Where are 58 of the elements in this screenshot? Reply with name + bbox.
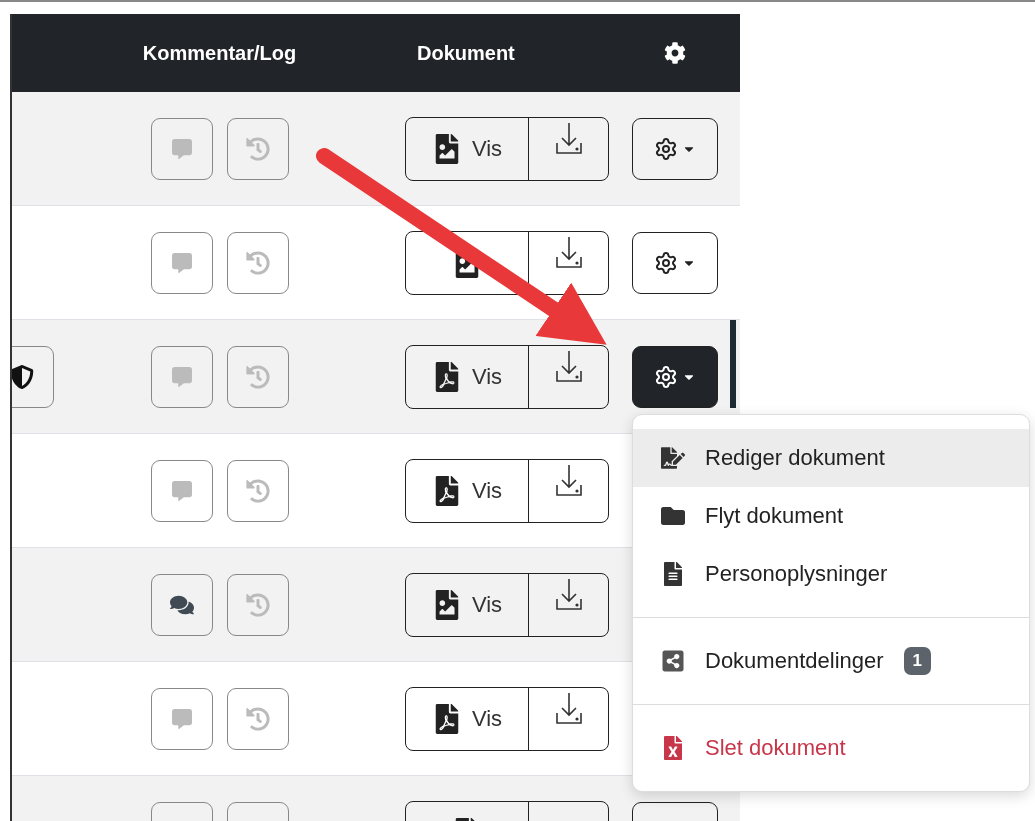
settings-dropdown-button[interactable] <box>632 231 718 294</box>
settings-icon <box>654 364 678 389</box>
file-pen-icon <box>661 446 685 470</box>
menu-item-label: Slet dokument <box>705 735 846 761</box>
file-x-icon <box>661 736 685 760</box>
view-button[interactable]: Vis <box>406 345 528 408</box>
menu-item[interactable]: Personoplysninger <box>633 545 1029 603</box>
download-icon <box>555 577 582 610</box>
history-icon <box>245 592 270 617</box>
count-badge: 1 <box>903 647 931 675</box>
settings-icon <box>654 136 678 161</box>
menu-item[interactable]: Slet dokument <box>633 719 1029 777</box>
menu-item-label: Personoplysninger <box>705 561 888 587</box>
folder-icon <box>661 504 685 528</box>
comment-button[interactable] <box>150 573 213 636</box>
history-button[interactable] <box>226 459 289 522</box>
menu-item[interactable]: Flyt dokument <box>633 487 1029 545</box>
shield-icon <box>12 364 34 389</box>
column-header: Kommentar/Log <box>142 41 297 65</box>
history-button[interactable] <box>226 345 289 408</box>
settings-icon <box>654 250 678 275</box>
download-icon <box>555 121 582 154</box>
history-button[interactable] <box>226 231 289 294</box>
history-button[interactable] <box>226 573 289 636</box>
history-button[interactable] <box>226 687 289 750</box>
history-button[interactable] <box>226 117 289 180</box>
comment-icon <box>171 138 192 159</box>
menu-item[interactable]: Rediger dokument <box>633 429 1029 487</box>
history-icon <box>245 478 270 503</box>
comment-icon <box>171 366 192 387</box>
column-header: Dokument <box>416 41 515 65</box>
view-button[interactable]: Vis <box>406 459 528 522</box>
menu-item-label: Rediger dokument <box>705 445 885 471</box>
menu-item-label: Dokumentdelinger <box>705 648 884 674</box>
settings-icon <box>664 42 686 64</box>
download-icon <box>555 463 582 496</box>
history-icon <box>245 364 270 389</box>
file-icon <box>661 562 685 586</box>
menu-item[interactable]: Dokumentdelinger 1 <box>633 632 1029 690</box>
settings-dropdown-button[interactable] <box>632 345 718 408</box>
history-icon <box>245 136 270 161</box>
view-button[interactable]: Vis <box>406 573 528 636</box>
settings-dropdown-button[interactable] <box>632 117 718 180</box>
view-button[interactable]: Vis <box>406 117 528 180</box>
download-icon <box>555 349 582 382</box>
comment-icon <box>171 708 192 729</box>
comment-button[interactable] <box>150 687 213 750</box>
history-icon <box>245 250 270 275</box>
view-button[interactable]: Vis <box>406 687 528 750</box>
history-icon <box>245 706 270 731</box>
comment-icon <box>171 480 192 501</box>
comment-button[interactable] <box>150 459 213 522</box>
comment-button[interactable] <box>150 231 213 294</box>
share-icon <box>661 649 685 673</box>
comment-icon <box>171 252 192 273</box>
menu-item-label: Flyt dokument <box>705 503 844 529</box>
download-icon <box>555 235 582 268</box>
download-icon <box>555 691 582 724</box>
